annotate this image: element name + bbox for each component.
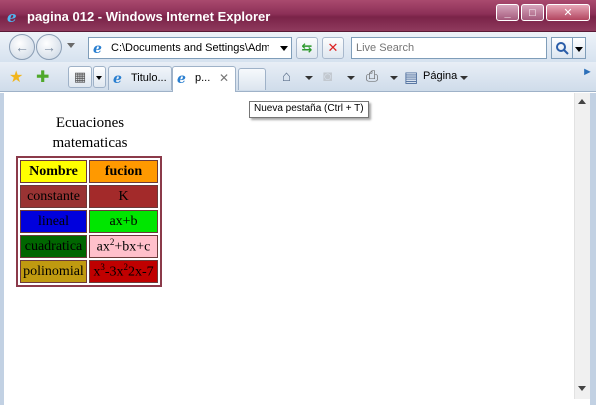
refresh-icon: ⇆ [301, 40, 313, 55]
new-tab-tooltip: Nueva pestaña (Ctrl + T) [249, 101, 369, 118]
arrow-right-icon: → [42, 39, 56, 55]
table-row: constante K [20, 185, 158, 208]
minimize-button[interactable]: _ [496, 4, 519, 21]
maximize-icon: □ [529, 6, 536, 19]
vertical-scrollbar[interactable] [574, 93, 590, 399]
page-menu-label[interactable]: Página [423, 70, 457, 82]
table-row: polinomial x3-3x22x-7 [20, 260, 158, 283]
address-dropdown[interactable] [280, 46, 288, 51]
ie-logo-icon: e [7, 8, 17, 24]
address-text[interactable]: C:\Documents and Settings\Admir [111, 42, 269, 54]
tab-label: p... [195, 72, 211, 84]
equation-formula-cell: x3-3x22x-7 [89, 260, 158, 283]
scroll-up-icon[interactable] [578, 99, 586, 104]
svg-text:e: e [7, 8, 17, 24]
table-row: cuadratica ax2+bx+c [20, 235, 158, 258]
heading-line-1: Ecuaciones [55, 115, 125, 131]
equations-table: Nombre fucion constante Klineal ax+b cuadra… [16, 156, 162, 287]
table-header-row: Nombre fucion [20, 160, 158, 183]
home-dropdown[interactable] [305, 76, 313, 80]
tab-list-dropdown[interactable] [93, 66, 106, 88]
window-title: pagina 012 - Windows Internet Explorer [27, 9, 271, 24]
title-bar: e pagina 012 - Windows Internet Explorer… [0, 0, 596, 32]
close-button[interactable]: ✕ [546, 4, 590, 21]
svg-text:e: e [177, 71, 186, 85]
search-input[interactable] [352, 38, 546, 58]
close-icon: ✕ [563, 7, 573, 19]
recent-pages-dropdown[interactable] [67, 43, 75, 48]
add-favorite-icon[interactable]: ✚ [36, 67, 49, 87]
toolbar-overflow-icon[interactable]: ► [582, 66, 593, 78]
svg-text:e: e [113, 71, 122, 85]
quick-tabs-button[interactable]: ▦ [68, 66, 92, 88]
header-nombre: Nombre [20, 160, 87, 183]
tab-pagina-active[interactable]: e p... ✕ [172, 66, 236, 92]
heading-line-2: matematicas [52, 135, 128, 151]
close-tab-icon[interactable]: ✕ [219, 71, 229, 85]
print-icon[interactable]: ⎙ [366, 68, 378, 85]
page-menu-dropdown[interactable] [460, 76, 468, 80]
search-button[interactable] [551, 37, 573, 59]
print-dropdown[interactable] [390, 76, 398, 80]
home-icon[interactable]: ⌂ [282, 68, 291, 85]
svg-text:e: e [93, 41, 102, 55]
search-box[interactable] [351, 37, 547, 59]
equation-name-cell: lineal [20, 210, 87, 233]
equation-name-cell: constante [20, 185, 87, 208]
favorites-star-icon[interactable]: ★ [9, 67, 23, 87]
ie-tab-icon: e [113, 71, 122, 85]
page-heading: Ecuaciones matematicas [18, 113, 162, 153]
ie-tab-icon: e [177, 71, 186, 85]
navigation-bar: ← → e C:\Documents and Settings\Admir ⇆ … [0, 32, 596, 62]
equation-formula-cell: ax2+bx+c [89, 235, 158, 258]
minimize-icon: _ [504, 6, 511, 19]
refresh-button[interactable]: ⇆ [296, 37, 318, 59]
tab-bar: ★ ✚ ▦ e Titulo... e p... ✕ ⌂ ◙ ⎙ ▤ Págin… [0, 62, 596, 92]
tab-label: Titulo... [131, 72, 167, 84]
table-row: lineal ax+b [20, 210, 158, 233]
equation-name-cell: polinomial [20, 260, 87, 283]
back-button[interactable]: ← [9, 34, 35, 60]
equation-formula-cell: ax+b [89, 210, 158, 233]
header-fucion: fucion [89, 160, 158, 183]
feeds-icon[interactable]: ◙ [323, 68, 332, 85]
search-options-dropdown[interactable] [573, 37, 586, 59]
feeds-dropdown[interactable] [347, 76, 355, 80]
ie-page-icon: e [93, 41, 102, 55]
page-icon[interactable]: ▤ [404, 68, 418, 86]
new-tab-button[interactable] [238, 68, 266, 90]
address-bar[interactable]: e C:\Documents and Settings\Admir [88, 37, 292, 59]
tab-titulo[interactable]: e Titulo... [108, 66, 172, 90]
equation-formula-cell: K [89, 185, 158, 208]
equation-name-cell: cuadratica [20, 235, 87, 258]
magnifier-icon [556, 42, 569, 55]
forward-button[interactable]: → [36, 34, 62, 60]
scroll-down-icon[interactable] [578, 386, 586, 391]
grid-icon: ▦ [73, 69, 87, 84]
stop-button[interactable]: ✕ [322, 37, 344, 59]
window-frame-right [590, 93, 596, 405]
arrow-left-icon: ← [15, 39, 29, 55]
maximize-button[interactable]: □ [521, 4, 544, 21]
stop-icon: ✕ [327, 40, 339, 55]
